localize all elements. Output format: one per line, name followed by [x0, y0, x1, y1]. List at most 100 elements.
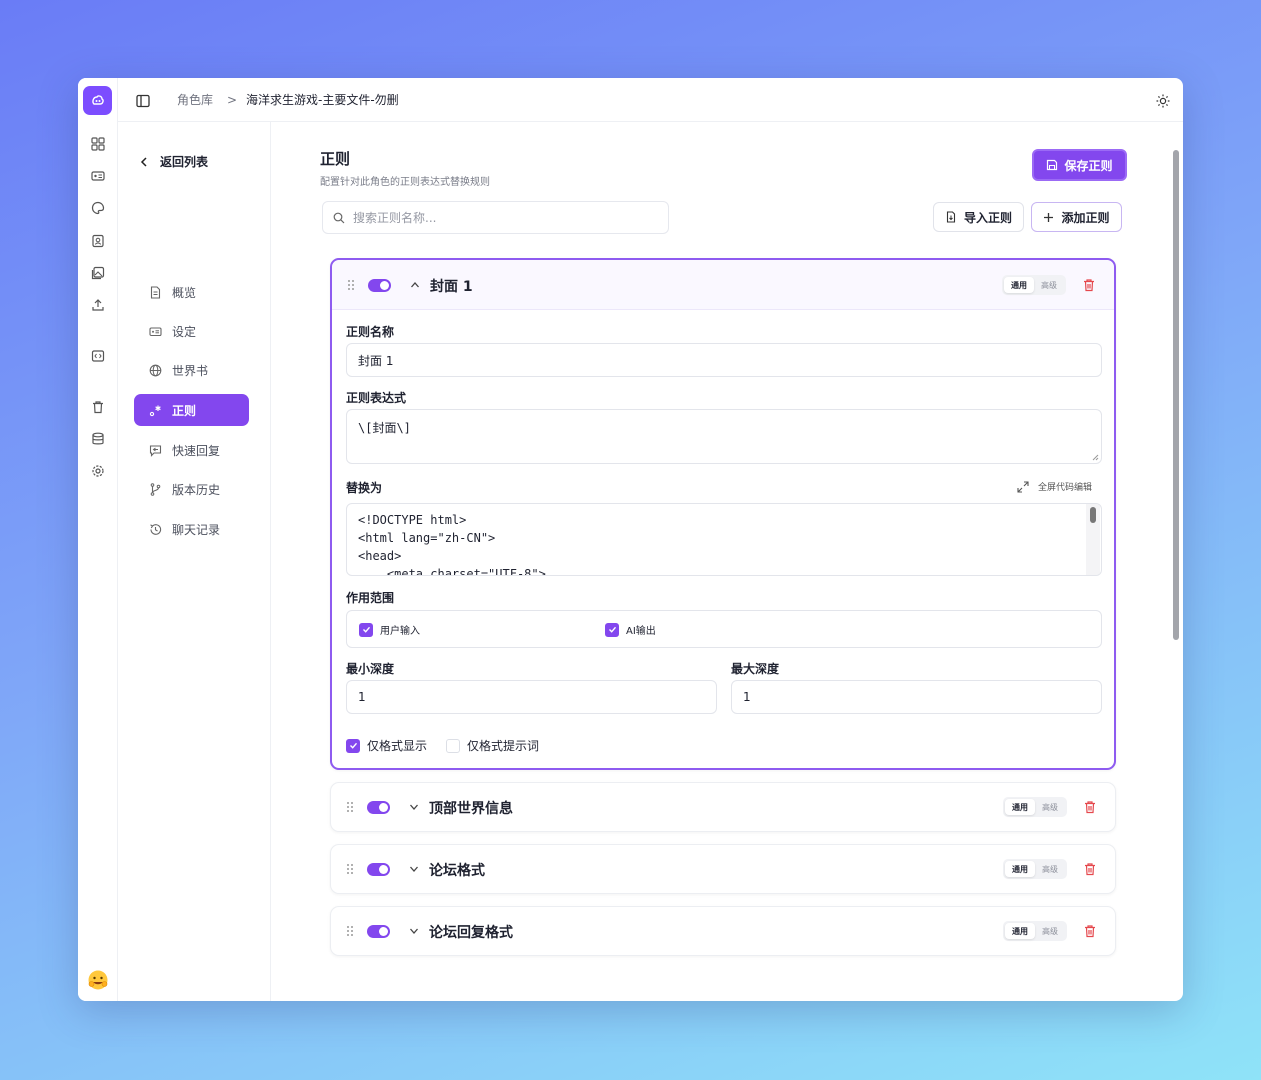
rule-enabled-toggle[interactable] — [367, 863, 390, 876]
rule-enabled-toggle[interactable] — [367, 801, 390, 814]
regex-icon — [148, 403, 162, 417]
import-regex-button[interactable]: 导入正则 — [933, 202, 1024, 232]
mode-advanced-tab[interactable]: 高级 — [1035, 799, 1065, 815]
id-card-icon[interactable] — [90, 168, 106, 184]
trash-icon[interactable] — [90, 399, 106, 415]
regex-rule-card[interactable]: 论坛回复格式 通用 高级 — [330, 906, 1116, 956]
max-depth-input[interactable]: 1 — [731, 680, 1102, 714]
back-to-list-button[interactable]: 返回列表 — [140, 153, 208, 170]
mode-advanced-tab[interactable]: 高级 — [1035, 923, 1065, 939]
delete-rule-icon[interactable] — [1083, 862, 1097, 876]
upload-icon[interactable] — [90, 297, 106, 313]
mode-common-tab[interactable]: 通用 — [1005, 923, 1035, 939]
contact-icon[interactable] — [90, 233, 106, 249]
page-scrollbar-thumb[interactable] — [1173, 150, 1179, 640]
rule-header[interactable]: 论坛回复格式 通用 高级 — [331, 907, 1115, 955]
mode-common-tab[interactable]: 通用 — [1005, 799, 1035, 815]
delete-rule-icon[interactable] — [1083, 924, 1097, 938]
logo-icon — [91, 94, 104, 105]
editor-scroll-thumb[interactable] — [1090, 507, 1096, 523]
replace-code-editor[interactable]: <!DOCTYPE html> <html lang="zh-CN"> <hea… — [346, 503, 1102, 576]
palette-icon[interactable] — [90, 200, 106, 216]
images-icon[interactable] — [90, 265, 106, 281]
mode-common-tab[interactable]: 通用 — [1004, 277, 1034, 293]
regex-textarea[interactable]: \[封面\] — [346, 409, 1102, 464]
nav-item-quick-reply[interactable]: 快速回复 — [134, 434, 249, 466]
page-subtitle: 配置针对此角色的正则表达式替换规则 — [320, 177, 490, 188]
mode-switch: 通用 高级 — [1003, 921, 1067, 941]
rule-enabled-toggle[interactable] — [368, 279, 391, 292]
search-input[interactable] — [353, 210, 653, 225]
editor-scrollbar[interactable] — [1086, 504, 1100, 575]
fullscreen-code-edit-button[interactable]: 全屏代码编辑 — [1017, 480, 1092, 493]
regex-value: \[封面\] — [358, 421, 411, 435]
section-nav: 返回列表 概览 设定 世界书 正则 快速回复 版本历史 聊天记录 — [118, 122, 271, 1001]
scope-ai-output-option[interactable]: AI输出 — [605, 622, 656, 637]
checkbox-unchecked-icon[interactable] — [446, 738, 460, 753]
nav-item-settings[interactable]: 设定 — [134, 315, 249, 347]
regex-rule-card[interactable]: 顶部世界信息 通用 高级 — [330, 782, 1116, 832]
mode-common-tab[interactable]: 通用 — [1005, 861, 1035, 877]
scope-user-input-option[interactable]: 用户输入 — [359, 622, 420, 637]
mode-advanced-tab[interactable]: 高级 — [1034, 277, 1064, 293]
rule-enabled-toggle[interactable] — [367, 925, 390, 938]
code-icon[interactable] — [90, 348, 106, 364]
rule-title: 论坛格式 — [429, 863, 485, 879]
globe-icon — [148, 363, 162, 377]
mode-switch: 通用 高级 — [1002, 275, 1066, 295]
min-depth-value: 1 — [358, 690, 366, 704]
chevron-down-icon[interactable] — [409, 864, 419, 874]
rule-header[interactable]: 论坛格式 通用 高级 — [331, 845, 1115, 893]
chevron-up-icon[interactable] — [410, 280, 420, 290]
checkbox-checked-icon[interactable] — [605, 622, 619, 637]
chevron-down-icon[interactable] — [409, 802, 419, 812]
rule-header[interactable]: 顶部世界信息 通用 高级 — [331, 783, 1115, 831]
format-display-option[interactable]: 仅格式显示 — [346, 737, 427, 754]
drag-handle-icon[interactable] — [346, 801, 354, 813]
reply-icon — [148, 443, 162, 457]
nav-item-worldbook[interactable]: 世界书 — [134, 354, 249, 386]
dashboard-icon[interactable] — [90, 136, 106, 152]
nav-label: 概览 — [172, 285, 197, 300]
app-logo[interactable] — [83, 86, 112, 115]
database-icon[interactable] — [90, 431, 106, 447]
nav-item-regex[interactable]: 正则 — [134, 394, 249, 426]
sidebar-toggle-icon[interactable] — [136, 93, 150, 108]
nav-item-chat-history[interactable]: 聊天记录 — [134, 513, 249, 545]
checkbox-checked-icon[interactable] — [359, 622, 373, 637]
save-regex-button[interactable]: 保存正则 — [1032, 149, 1127, 181]
drag-handle-icon[interactable] — [346, 863, 354, 875]
rule-name-input[interactable]: 封面 1 — [346, 343, 1102, 377]
nav-item-overview[interactable]: 概览 — [134, 276, 249, 308]
format-prompt-option[interactable]: 仅格式提示词 — [446, 737, 539, 754]
regex-rule-card[interactable]: 论坛格式 通用 高级 — [330, 844, 1116, 894]
max-depth-label: 最大深度 — [731, 662, 780, 676]
save-icon — [1047, 159, 1058, 171]
resize-handle-icon[interactable] — [1092, 454, 1099, 461]
user-avatar-icon[interactable] — [86, 968, 110, 992]
rule-name-label: 正则名称 — [346, 325, 395, 339]
add-regex-button[interactable]: 添加正则 — [1031, 202, 1122, 232]
app-window: 角色库 > 海洋求生游戏-主要文件-勿删 返回列表 概览 设定 世界书 正则 快… — [78, 78, 1183, 1001]
breadcrumb-separator: > — [227, 93, 238, 107]
mode-advanced-tab[interactable]: 高级 — [1035, 861, 1065, 877]
nav-item-version-history[interactable]: 版本历史 — [134, 473, 249, 505]
regex-rule-card-open: 封面 1 通用 高级 正则名称 封面 1 正则表达式 \[封面\] 替换为 全屏… — [330, 258, 1116, 770]
drag-handle-icon[interactable] — [347, 279, 355, 291]
expand-icon — [1017, 480, 1029, 493]
delete-rule-icon[interactable] — [1083, 800, 1097, 814]
chevron-down-icon[interactable] — [409, 926, 419, 936]
breadcrumb-root[interactable]: 角色库 — [177, 92, 213, 108]
settings-icon[interactable] — [90, 463, 106, 479]
theme-toggle-icon[interactable] — [1156, 93, 1170, 108]
regex-search[interactable] — [322, 201, 669, 234]
drag-handle-icon[interactable] — [346, 925, 354, 937]
history-icon — [148, 522, 162, 536]
min-depth-input[interactable]: 1 — [346, 680, 717, 714]
rule-header[interactable]: 封面 1 通用 高级 — [332, 260, 1114, 310]
rule-title: 封面 1 — [430, 279, 473, 295]
plus-icon — [1044, 212, 1054, 222]
delete-rule-icon[interactable] — [1082, 278, 1096, 292]
code-line: <meta charset="UTF-8"> — [358, 567, 546, 576]
checkbox-checked-icon[interactable] — [346, 738, 360, 753]
